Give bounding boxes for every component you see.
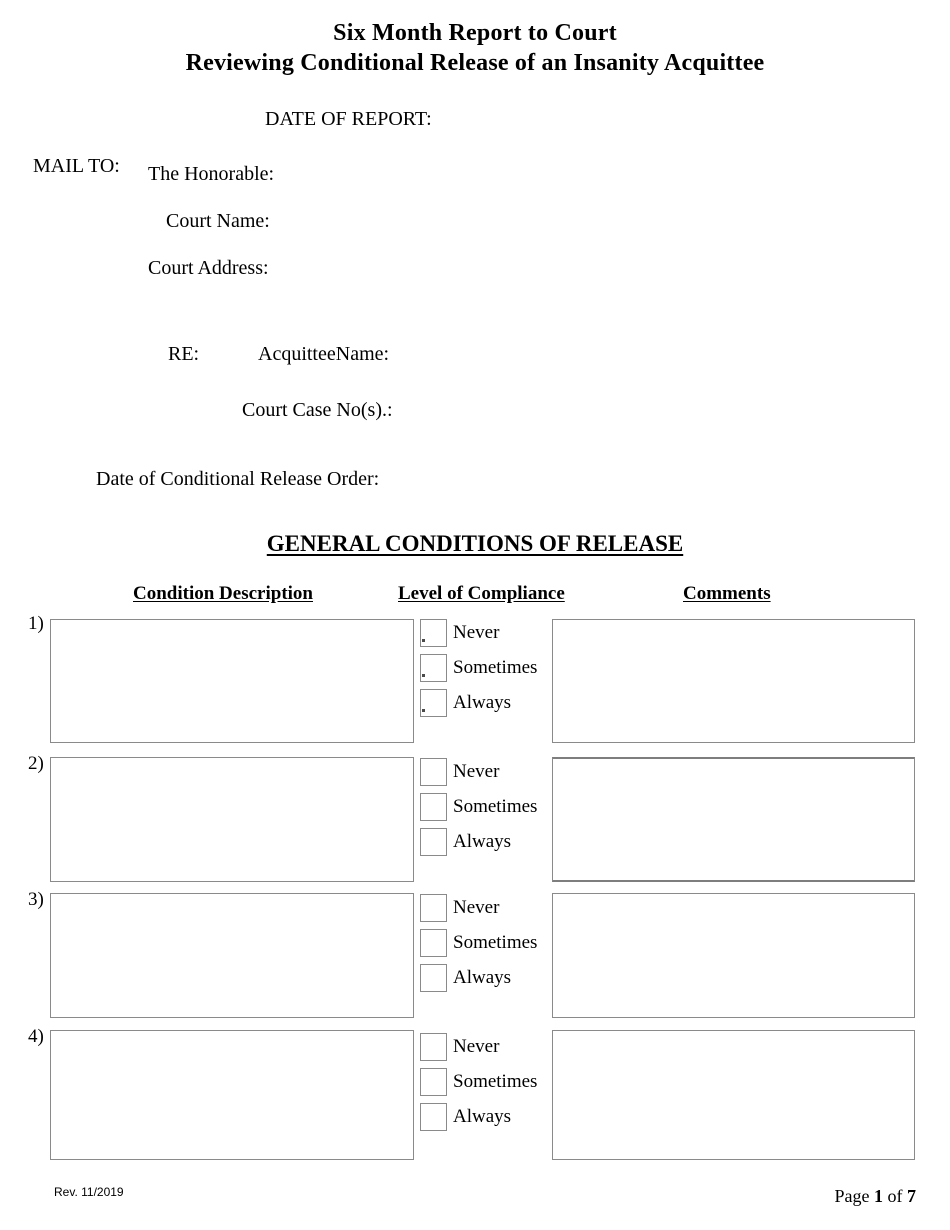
page-prefix: Page	[834, 1186, 874, 1206]
column-header-level-of-compliance: Level of Compliance	[398, 583, 565, 604]
checkbox-sometimes-2[interactable]	[420, 793, 447, 821]
condition-description-field-2[interactable]	[50, 757, 414, 882]
date-of-conditional-release-order-label: Date of Conditional Release Order:	[96, 468, 380, 490]
column-header-comments: Comments	[683, 583, 771, 604]
checkbox-always-1[interactable]	[420, 689, 447, 717]
document-page: Six Month Report to Court Reviewing Cond…	[0, 0, 950, 1230]
compliance-label-never-1: Never	[453, 622, 500, 643]
compliance-label-always-1: Always	[453, 692, 512, 713]
mail-to-label: MAIL TO:	[33, 155, 120, 177]
compliance-label-sometimes-4: Sometimes	[453, 1071, 538, 1092]
compliance-label-never-3: Never	[453, 897, 500, 918]
condition-description-field-3[interactable]	[50, 893, 414, 1018]
checkbox-never-2[interactable]	[420, 758, 447, 786]
footer-revision: Rev. 11/2019	[54, 1185, 124, 1199]
checkbox-never-4[interactable]	[420, 1033, 447, 1061]
comments-field-3[interactable]	[552, 893, 915, 1018]
checkbox-sometimes-3[interactable]	[420, 929, 447, 957]
row-number-4: 4)	[28, 1026, 44, 1047]
court-name-label: Court Name:	[166, 210, 270, 232]
section-heading-general-conditions: GENERAL CONDITIONS OF RELEASE	[266, 531, 684, 556]
checkbox-sometimes-4[interactable]	[420, 1068, 447, 1096]
honorable-label: The Honorable:	[148, 163, 275, 185]
date-of-report-label: DATE OF REPORT:	[265, 108, 432, 130]
compliance-label-always-2: Always	[453, 831, 512, 852]
compliance-label-sometimes-3: Sometimes	[453, 932, 538, 953]
compliance-label-sometimes-2: Sometimes	[453, 796, 538, 817]
court-address-label: Court Address:	[148, 257, 269, 279]
re-label: RE:	[168, 343, 200, 365]
page-current: 1	[874, 1186, 883, 1206]
row-number-3: 3)	[28, 889, 44, 910]
checkbox-always-3[interactable]	[420, 964, 447, 992]
checkbox-sometimes-1[interactable]	[420, 654, 447, 682]
compliance-label-never-2: Never	[453, 761, 500, 782]
checkbox-always-4[interactable]	[420, 1103, 447, 1131]
column-header-condition-description: Condition Description	[133, 583, 313, 604]
page-middle: of	[883, 1186, 907, 1206]
condition-description-field-4[interactable]	[50, 1030, 414, 1160]
compliance-label-always-4: Always	[453, 1106, 512, 1127]
checkbox-never-1[interactable]	[420, 619, 447, 647]
condition-description-field-1[interactable]	[50, 619, 414, 743]
title-line-2: Reviewing Conditional Release of an Insa…	[185, 50, 765, 76]
checkbox-never-3[interactable]	[420, 894, 447, 922]
acquittee-name-label: AcquitteeName:	[258, 343, 390, 365]
compliance-label-sometimes-1: Sometimes	[453, 657, 538, 678]
comments-field-2[interactable]	[552, 757, 915, 882]
comments-field-4[interactable]	[552, 1030, 915, 1160]
checkbox-always-2[interactable]	[420, 828, 447, 856]
row-number-1: 1)	[28, 613, 44, 634]
document-title: Six Month Report to Court Reviewing Cond…	[0, 18, 950, 78]
court-case-number-label: Court Case No(s).:	[242, 399, 393, 421]
comments-field-1[interactable]	[552, 619, 915, 743]
compliance-label-never-4: Never	[453, 1036, 500, 1057]
compliance-label-always-3: Always	[453, 967, 512, 988]
title-line-1: Six Month Report to Court	[333, 20, 617, 46]
footer-page-number: Page 1 of 7	[835, 1186, 917, 1206]
page-total: 7	[907, 1186, 916, 1206]
row-number-2: 2)	[28, 753, 44, 774]
